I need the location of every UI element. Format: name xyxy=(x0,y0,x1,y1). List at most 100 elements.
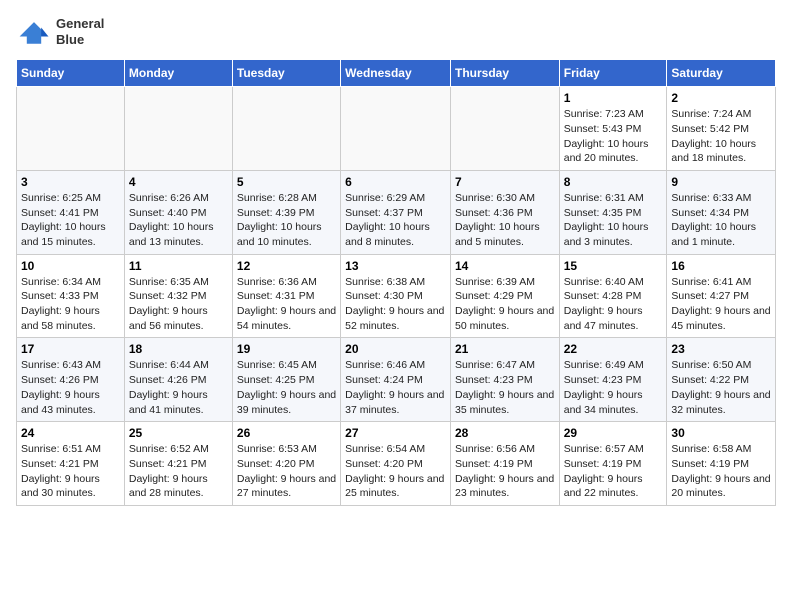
day-number: 27 xyxy=(345,426,446,440)
page-header: General Blue xyxy=(16,16,776,47)
calendar-header-row: SundayMondayTuesdayWednesdayThursdayFrid… xyxy=(17,60,776,87)
calendar-cell: 23 Sunrise: 6:50 AM Sunset: 4:22 PM Dayli… xyxy=(667,338,776,422)
calendar-cell: 12Sunrise: 6:36 AM Sunset: 4:31 PM Dayli… xyxy=(232,254,340,338)
day-info: Sunrise: 6:43 AM Sunset: 4:26 PM Dayligh… xyxy=(21,358,120,417)
weekday-header: Sunday xyxy=(17,60,125,87)
calendar-cell: 1 Sunrise: 7:23 AM Sunset: 5:43 PM Daylig… xyxy=(559,87,667,171)
day-info: Sunrise: 6:38 AM Sunset: 4:30 PM Dayligh… xyxy=(345,275,446,334)
calendar-cell: 26 Sunrise: 6:53 AM Sunset: 4:20 PM Dayli… xyxy=(232,422,340,506)
day-info: Sunrise: 7:23 AM Sunset: 5:43 PM Dayligh… xyxy=(564,107,663,166)
day-info: Sunrise: 6:49 AM Sunset: 4:23 PM Dayligh… xyxy=(564,358,663,417)
calendar-cell: 22 Sunrise: 6:49 AM Sunset: 4:23 PM Dayli… xyxy=(559,338,667,422)
calendar-week-row: 1 Sunrise: 7:23 AM Sunset: 5:43 PM Daylig… xyxy=(17,87,776,171)
calendar-cell: 20 Sunrise: 6:46 AM Sunset: 4:24 PM Dayli… xyxy=(341,338,451,422)
weekday-header: Friday xyxy=(559,60,667,87)
day-number: 15 xyxy=(564,259,663,273)
calendar-cell: 15 Sunrise: 6:40 AM Sunset: 4:28 PM Dayli… xyxy=(559,254,667,338)
calendar-week-row: 3 Sunrise: 6:25 AM Sunset: 4:41 PM Daylig… xyxy=(17,170,776,254)
day-info: Sunrise: 6:39 AM Sunset: 4:29 PM Dayligh… xyxy=(455,275,555,334)
day-info: Sunrise: 6:53 AM Sunset: 4:20 PM Dayligh… xyxy=(237,442,336,501)
calendar-cell: 29 Sunrise: 6:57 AM Sunset: 4:19 PM Dayli… xyxy=(559,422,667,506)
day-info: Sunrise: 6:52 AM Sunset: 4:21 PM Dayligh… xyxy=(129,442,228,501)
calendar-cell: 11 Sunrise: 6:35 AM Sunset: 4:32 PM Dayli… xyxy=(124,254,232,338)
day-info: Sunrise: 6:56 AM Sunset: 4:19 PM Dayligh… xyxy=(455,442,555,501)
day-number: 12 xyxy=(237,259,336,273)
calendar-cell: 9 Sunrise: 6:33 AM Sunset: 4:34 PM Daylig… xyxy=(667,170,776,254)
calendar-cell: 4 Sunrise: 6:26 AM Sunset: 4:40 PM Daylig… xyxy=(124,170,232,254)
calendar-cell xyxy=(341,87,451,171)
day-info: Sunrise: 6:33 AM Sunset: 4:34 PM Dayligh… xyxy=(671,191,771,250)
calendar-week-row: 10 Sunrise: 6:34 AM Sunset: 4:33 PM Dayli… xyxy=(17,254,776,338)
day-info: Sunrise: 6:41 AM Sunset: 4:27 PM Dayligh… xyxy=(671,275,771,334)
day-number: 20 xyxy=(345,342,446,356)
calendar-cell: 7Sunrise: 6:30 AM Sunset: 4:36 PM Daylig… xyxy=(450,170,559,254)
day-info: Sunrise: 6:57 AM Sunset: 4:19 PM Dayligh… xyxy=(564,442,663,501)
calendar-cell: 30 Sunrise: 6:58 AM Sunset: 4:19 PM Dayli… xyxy=(667,422,776,506)
day-number: 11 xyxy=(129,259,228,273)
calendar-table: SundayMondayTuesdayWednesdayThursdayFrid… xyxy=(16,59,776,506)
day-number: 17 xyxy=(21,342,120,356)
logo-icon xyxy=(16,18,52,46)
weekday-header: Saturday xyxy=(667,60,776,87)
day-number: 26 xyxy=(237,426,336,440)
day-number: 10 xyxy=(21,259,120,273)
day-info: Sunrise: 6:46 AM Sunset: 4:24 PM Dayligh… xyxy=(345,358,446,417)
day-number: 8 xyxy=(564,175,663,189)
day-info: Sunrise: 6:34 AM Sunset: 4:33 PM Dayligh… xyxy=(21,275,120,334)
day-info: Sunrise: 6:50 AM Sunset: 4:22 PM Dayligh… xyxy=(671,358,771,417)
calendar-cell: 14 Sunrise: 6:39 AM Sunset: 4:29 PM Dayli… xyxy=(450,254,559,338)
day-number: 30 xyxy=(671,426,771,440)
day-number: 4 xyxy=(129,175,228,189)
day-info: Sunrise: 6:29 AM Sunset: 4:37 PM Dayligh… xyxy=(345,191,446,250)
day-info: Sunrise: 6:58 AM Sunset: 4:19 PM Dayligh… xyxy=(671,442,771,501)
day-number: 28 xyxy=(455,426,555,440)
day-number: 13 xyxy=(345,259,446,273)
calendar-cell xyxy=(232,87,340,171)
calendar-week-row: 24Sunrise: 6:51 AM Sunset: 4:21 PM Dayli… xyxy=(17,422,776,506)
day-info: Sunrise: 7:24 AM Sunset: 5:42 PM Dayligh… xyxy=(671,107,771,166)
day-info: Sunrise: 6:40 AM Sunset: 4:28 PM Dayligh… xyxy=(564,275,663,334)
weekday-header: Monday xyxy=(124,60,232,87)
day-number: 3 xyxy=(21,175,120,189)
calendar-cell: 6Sunrise: 6:29 AM Sunset: 4:37 PM Daylig… xyxy=(341,170,451,254)
calendar-cell xyxy=(17,87,125,171)
day-number: 19 xyxy=(237,342,336,356)
calendar-cell: 5Sunrise: 6:28 AM Sunset: 4:39 PM Daylig… xyxy=(232,170,340,254)
day-info: Sunrise: 6:54 AM Sunset: 4:20 PM Dayligh… xyxy=(345,442,446,501)
calendar-week-row: 17 Sunrise: 6:43 AM Sunset: 4:26 PM Dayli… xyxy=(17,338,776,422)
day-number: 2 xyxy=(671,91,771,105)
calendar-cell: 24Sunrise: 6:51 AM Sunset: 4:21 PM Dayli… xyxy=(17,422,125,506)
day-number: 9 xyxy=(671,175,771,189)
day-number: 16 xyxy=(671,259,771,273)
day-info: Sunrise: 6:31 AM Sunset: 4:35 PM Dayligh… xyxy=(564,191,663,250)
calendar-cell: 28 Sunrise: 6:56 AM Sunset: 4:19 PM Dayli… xyxy=(450,422,559,506)
day-number: 1 xyxy=(564,91,663,105)
day-number: 24 xyxy=(21,426,120,440)
calendar-cell: 25 Sunrise: 6:52 AM Sunset: 4:21 PM Dayli… xyxy=(124,422,232,506)
weekday-header: Wednesday xyxy=(341,60,451,87)
calendar-cell: 8 Sunrise: 6:31 AM Sunset: 4:35 PM Daylig… xyxy=(559,170,667,254)
day-number: 14 xyxy=(455,259,555,273)
day-number: 22 xyxy=(564,342,663,356)
day-info: Sunrise: 6:35 AM Sunset: 4:32 PM Dayligh… xyxy=(129,275,228,334)
calendar-cell: 3 Sunrise: 6:25 AM Sunset: 4:41 PM Daylig… xyxy=(17,170,125,254)
calendar-cell: 18Sunrise: 6:44 AM Sunset: 4:26 PM Dayli… xyxy=(124,338,232,422)
day-info: Sunrise: 6:25 AM Sunset: 4:41 PM Dayligh… xyxy=(21,191,120,250)
day-number: 25 xyxy=(129,426,228,440)
day-info: Sunrise: 6:45 AM Sunset: 4:25 PM Dayligh… xyxy=(237,358,336,417)
day-info: Sunrise: 6:28 AM Sunset: 4:39 PM Dayligh… xyxy=(237,191,336,250)
calendar-cell: 17 Sunrise: 6:43 AM Sunset: 4:26 PM Dayli… xyxy=(17,338,125,422)
day-number: 21 xyxy=(455,342,555,356)
day-info: Sunrise: 6:30 AM Sunset: 4:36 PM Dayligh… xyxy=(455,191,555,250)
calendar-cell: 21Sunrise: 6:47 AM Sunset: 4:23 PM Dayli… xyxy=(450,338,559,422)
calendar-cell: 2 Sunrise: 7:24 AM Sunset: 5:42 PM Daylig… xyxy=(667,87,776,171)
day-number: 29 xyxy=(564,426,663,440)
calendar-cell xyxy=(124,87,232,171)
calendar-cell: 13 Sunrise: 6:38 AM Sunset: 4:30 PM Dayli… xyxy=(341,254,451,338)
day-info: Sunrise: 6:26 AM Sunset: 4:40 PM Dayligh… xyxy=(129,191,228,250)
calendar-cell: 10 Sunrise: 6:34 AM Sunset: 4:33 PM Dayli… xyxy=(17,254,125,338)
day-number: 23 xyxy=(671,342,771,356)
logo-text: General Blue xyxy=(56,16,104,47)
calendar-cell xyxy=(450,87,559,171)
logo: General Blue xyxy=(16,16,104,47)
